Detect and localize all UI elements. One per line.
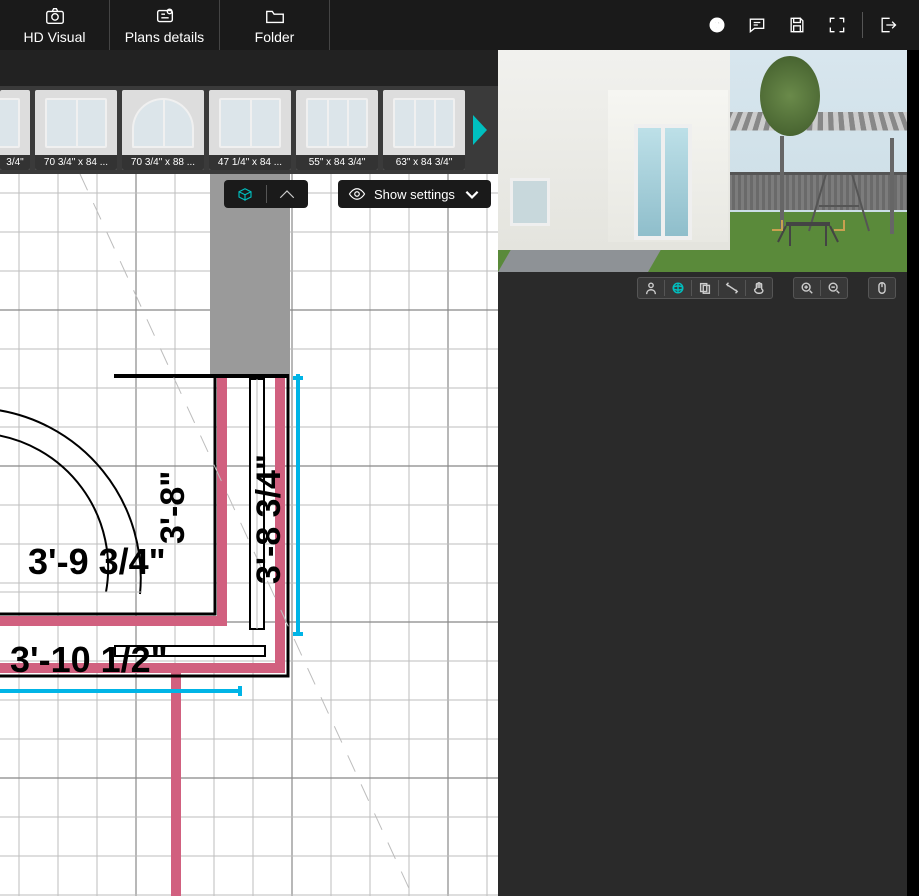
layers-view-button[interactable] [692, 277, 718, 299]
thumbnail-label: 63" x 84 3/4" [383, 155, 465, 170]
folder-button[interactable]: Folder [220, 0, 330, 50]
eye-icon [348, 185, 366, 203]
toolbar-separator [862, 12, 863, 38]
folder-label: Folder [255, 29, 295, 45]
thumbnail-item[interactable]: 3/4" [0, 90, 30, 170]
plans-details-button[interactable]: Plans details [110, 0, 220, 50]
zoom-out-icon [827, 281, 841, 295]
thumbnail-item[interactable]: 70 3/4" x 88 ... [122, 90, 204, 170]
grab-view-button[interactable] [746, 277, 772, 299]
plans-details-label: Plans details [125, 29, 204, 45]
show-settings-button[interactable]: Show settings [338, 180, 491, 208]
camera-icon [44, 5, 66, 27]
exit-button[interactable] [877, 14, 899, 36]
thumbnail-label: 3/4" [0, 155, 30, 170]
comment-icon [747, 15, 767, 35]
person-icon [644, 281, 658, 295]
3d-preview[interactable] [498, 50, 908, 272]
folder-icon [264, 5, 286, 27]
thumbnail-item[interactable]: 47 1/4" x 84 ... [209, 90, 291, 170]
dimension-text: 3'-9 3/4" [28, 541, 166, 582]
plans-icon [154, 5, 176, 27]
thumbnail-item[interactable]: 70 3/4" x 84 ... [35, 90, 117, 170]
preview-toolbar [498, 272, 908, 304]
toolbar-left: HD Visual Plans details Folder [0, 0, 330, 50]
person-view-button[interactable] [638, 277, 664, 299]
hd-visual-button[interactable]: HD Visual [0, 0, 110, 50]
roof-toggle[interactable] [267, 187, 309, 201]
top-toolbar: HD Visual Plans details Folder ? [0, 0, 919, 50]
mouse-mode-button[interactable] [869, 277, 895, 299]
show-settings-label: Show settings [374, 187, 455, 202]
thumbnail-item[interactable]: 55" x 84 3/4" [296, 90, 378, 170]
zoom-in-icon [800, 281, 814, 295]
dimensions-view-button[interactable] [719, 277, 745, 299]
thumbnail-label: 70 3/4" x 88 ... [122, 155, 204, 170]
fullscreen-button[interactable] [826, 14, 848, 36]
hd-visual-label: HD Visual [24, 29, 86, 45]
dimension-text: 3'-8 3/4" [250, 454, 288, 584]
fullscreen-icon [827, 15, 847, 35]
chevron-down-icon [463, 185, 481, 203]
black-right-edge [907, 50, 919, 896]
hand-icon [752, 281, 766, 295]
thumbnails-next-button[interactable] [470, 100, 490, 160]
dimension-text: 3'-8" [154, 471, 192, 544]
save-icon [787, 15, 807, 35]
thumbnail-label: 55" x 84 3/4" [296, 155, 378, 170]
comment-button[interactable] [746, 14, 768, 36]
orbit-view-button[interactable] [665, 277, 691, 299]
chevron-right-icon [471, 113, 489, 147]
help-icon: ? [707, 15, 727, 35]
floorplan-canvas[interactable]: [] [0, 174, 498, 896]
thumbnail-label: 70 3/4" x 84 ... [35, 155, 117, 170]
thumbnail-item[interactable]: 63" x 84 3/4" [383, 90, 465, 170]
dimension-text: 3'-10 1/2" [10, 639, 168, 680]
3d-box-toggle[interactable] [224, 187, 266, 201]
toolbar-right: ? [706, 0, 919, 50]
floor-view-toggle [224, 180, 308, 208]
mouse-group [868, 277, 896, 299]
cube-icon [236, 187, 254, 201]
thumbnail-label: 47 1/4" x 84 ... [209, 155, 291, 170]
globe-icon [671, 281, 685, 295]
roof-icon [278, 187, 296, 201]
mouse-icon [875, 281, 889, 295]
right-panel-empty [498, 304, 908, 896]
zoom-in-button[interactable] [794, 277, 820, 299]
zoom-group [793, 277, 848, 299]
zoom-out-button[interactable] [821, 277, 847, 299]
exit-icon [878, 15, 898, 35]
view-mode-group [637, 277, 773, 299]
help-button[interactable]: ? [706, 14, 728, 36]
save-button[interactable] [786, 14, 808, 36]
ruler-icon [725, 281, 739, 295]
svg-text:?: ? [714, 19, 721, 31]
layers-icon [698, 281, 712, 295]
